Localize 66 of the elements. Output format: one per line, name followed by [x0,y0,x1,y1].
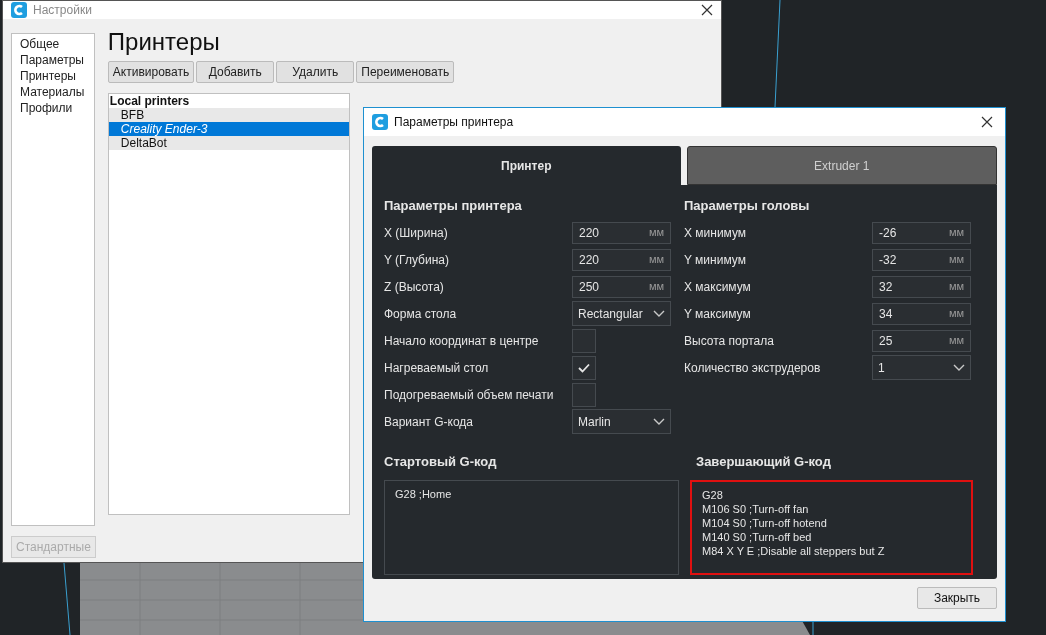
page-heading: Принтеры [107,27,221,57]
tab[interactable]: Принтер [372,146,681,185]
number-field[interactable]: 220 мм [572,221,671,244]
gcode-editor[interactable]: G28 ;Home [384,480,679,575]
field-label: Начало координат в центре [384,332,540,350]
code-line: M140 S0 ;Turn-off bed [702,530,813,544]
dropdown[interactable]: Rectangular [572,301,671,326]
chevron-down-icon [653,309,665,318]
close-icon[interactable] [981,116,993,128]
check-icon [578,362,590,373]
field-label: Количество экструдеров [684,359,822,377]
sidebar-item[interactable]: Профили [20,100,94,116]
dropdown[interactable]: Marlin [572,409,671,434]
toolbar-button[interactable]: Добавить [196,61,275,83]
field-label: Вариант G-кода [384,413,474,431]
code-line: G28 [702,488,724,502]
sidebar-item[interactable]: Материалы [20,84,94,100]
number-field[interactable]: 25 мм [872,329,971,352]
code-line: M84 X Y E ;Disable all steppers but Z [702,544,886,558]
field-label: X (Ширина) [384,224,449,242]
checkbox[interactable] [572,382,596,407]
field-label: Y максимум [684,305,752,323]
gcode-editor[interactable]: G28 M106 S0 ;Turn-off fan M104 S0 ;Turn-off hotend M140 S0 ;Turn-off bed M84 X Y E ;Disable all steppers but Z [690,480,973,575]
list-group-header: Local printers [108,94,191,108]
section-title: Стартовый G-код [384,453,498,471]
close-icon[interactable] [701,4,713,16]
field-label: Подогреваемый объем печати [384,386,555,404]
section-title: Завершающий G-код [695,453,832,471]
printer-item[interactable]: DeltaBot [108,136,349,150]
toolbar-button[interactable]: Переименовать [356,61,455,83]
field-label: X максимум [684,278,752,296]
close-button[interactable]: Закрыть [917,587,997,609]
field-label: Y (Глубина) [384,251,450,269]
toolbar-button[interactable]: Активировать [107,61,195,83]
sidebar-item[interactable]: Принтеры [20,68,94,84]
section-title: Параметры принтера [384,197,523,215]
code-line: M104 S0 ;Turn-off hotend [702,516,828,530]
chevron-down-icon [653,417,665,426]
code-line: G28 ;Home [395,487,453,501]
chevron-down-icon [953,363,965,372]
printer-item[interactable]: BFB [108,108,349,122]
checkbox[interactable] [572,355,596,380]
dialog-title: Параметры принтера [394,114,514,131]
window-title: Настройки [33,2,92,19]
section-title: Параметры головы [684,197,811,215]
number-field[interactable]: 250 мм [572,275,671,298]
printer-item[interactable]: Creality Ender-3 [108,122,349,136]
field-label: Нагреваемый стол [384,359,490,377]
field-label: Z (Высота) [384,278,445,296]
number-field[interactable]: 32 мм [872,275,971,298]
tab[interactable]: Extruder 1 [686,146,997,185]
field-label: Форма стола [384,305,458,323]
code-line: M106 S0 ;Turn-off fan [702,502,810,516]
number-field[interactable]: 34 мм [872,302,971,325]
field-label: Y минимум [684,251,747,269]
dropdown[interactable]: 1 [872,355,971,380]
app-logo-icon [372,114,388,130]
toolbar-button[interactable]: Удалить [276,61,355,83]
field-label: Высота портала [684,332,775,350]
sidebar-item[interactable]: Общее [20,36,94,52]
sidebar-item[interactable]: Параметры [20,52,94,68]
number-field[interactable]: 220 мм [572,248,671,271]
number-field[interactable]: -32 мм [872,248,971,271]
checkbox[interactable] [572,328,596,353]
field-label: X минимум [684,224,748,242]
number-field[interactable]: -26 мм [872,221,971,244]
